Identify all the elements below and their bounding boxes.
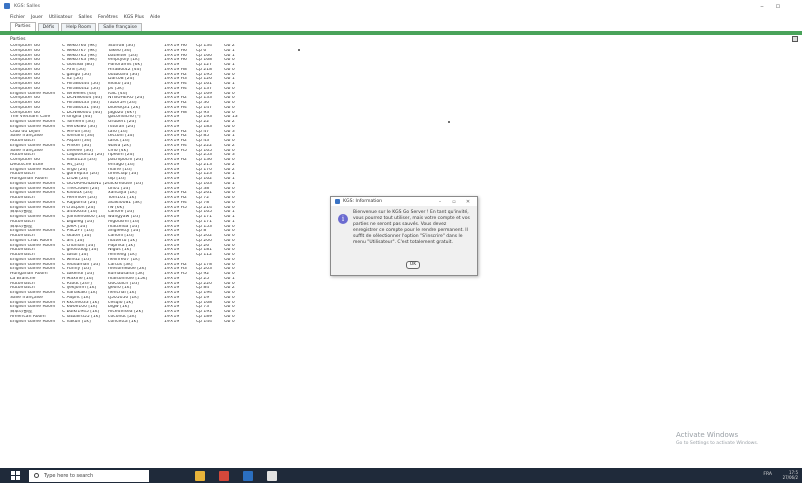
- pane-menu-icon[interactable]: [792, 36, 798, 42]
- cursor-dot-icon: [298, 49, 300, 51]
- dialog-message: Bienvenue sur le KGS Go Server ! En tant…: [353, 210, 470, 245]
- tab-defis[interactable]: Défis: [37, 23, 60, 31]
- menu-jouer[interactable]: Jouer: [31, 15, 43, 20]
- menu-kgs-plus[interactable]: KGS Plus: [124, 15, 144, 20]
- room-tabs: Parties Défis Help Room Salle française: [10, 22, 144, 31]
- kgs-app-icon: [335, 199, 340, 204]
- cursor-dot-icon: [448, 121, 450, 123]
- game-white-player: C nakun [1k]: [62, 319, 91, 324]
- kgs-app-icon: [4, 3, 10, 9]
- taskbar-clock[interactable]: 17:5 27/06/2: [783, 470, 798, 480]
- tab-accent-bar: [0, 31, 802, 35]
- tab-salle-francaise[interactable]: Salle française: [98, 23, 142, 31]
- kgs-taskbar-icon[interactable]: [267, 470, 277, 481]
- menu-fichier[interactable]: Fichier: [10, 15, 25, 20]
- clock-date: 27/06/2: [782, 475, 798, 480]
- windows-start-icon[interactable]: [9, 470, 21, 482]
- game-room: English Game Room: [10, 319, 56, 324]
- ok-button[interactable]: OK: [406, 261, 420, 269]
- window-titlebar: KGS: Salles – ▫: [0, 0, 802, 12]
- search-placeholder: Type here to search: [44, 472, 94, 479]
- activate-windows-subtitle: Go to Settings to activate Windows.: [676, 441, 759, 446]
- games-list[interactable]: Computer Go C Neko7k6 [9k] Stoff08 [3d] 19×…: [10, 44, 310, 468]
- search-icon: [34, 473, 39, 478]
- game-size: 19×19: [164, 319, 180, 324]
- menu-salles[interactable]: Salles: [78, 15, 92, 20]
- game-observers: Ob 0: [224, 319, 235, 324]
- game-black-player: concetta [1k]: [108, 319, 139, 324]
- dialog-maximize-icon[interactable]: ▫: [447, 197, 461, 206]
- taskbar: Type here to search FRA 17:5 27/06/2: [0, 468, 802, 483]
- file-explorer-icon[interactable]: [195, 470, 205, 481]
- menu-utilisateur[interactable]: Utilisateur: [49, 15, 73, 20]
- tray-language[interactable]: FRA: [763, 472, 772, 477]
- store-icon[interactable]: [243, 470, 253, 481]
- dialog-minimize-icon[interactable]: –: [433, 197, 447, 206]
- browser-icon[interactable]: [219, 470, 229, 481]
- activate-windows-title: Activate Windows: [676, 431, 739, 439]
- tab-parties[interactable]: Parties: [10, 22, 36, 31]
- menubar: Fichier Jouer Utilisateur Salles Fenêtre…: [0, 13, 802, 21]
- menu-fenetres[interactable]: Fenêtres: [98, 15, 118, 20]
- menu-aide[interactable]: Aide: [150, 15, 160, 20]
- tab-help-room[interactable]: Help Room: [61, 23, 97, 31]
- minimize-icon[interactable]: –: [754, 0, 770, 12]
- games-pane-header: Parties: [10, 37, 26, 42]
- info-dialog: KGS: Information – ▫ ✕ i Bienvenue sur l…: [330, 196, 478, 276]
- taskbar-search[interactable]: Type here to search: [29, 469, 149, 482]
- game-row[interactable]: English Game Room C nakun [1k] concetta [1…: [10, 320, 310, 325]
- maximize-icon[interactable]: ▫: [770, 0, 786, 12]
- game-move: Cp 144: [196, 319, 213, 324]
- window-title: KGS: Salles: [14, 3, 40, 9]
- dialog-close-icon[interactable]: ✕: [461, 197, 475, 206]
- info-icon: i: [338, 214, 348, 224]
- dialog-title: KGS: Information: [343, 199, 383, 204]
